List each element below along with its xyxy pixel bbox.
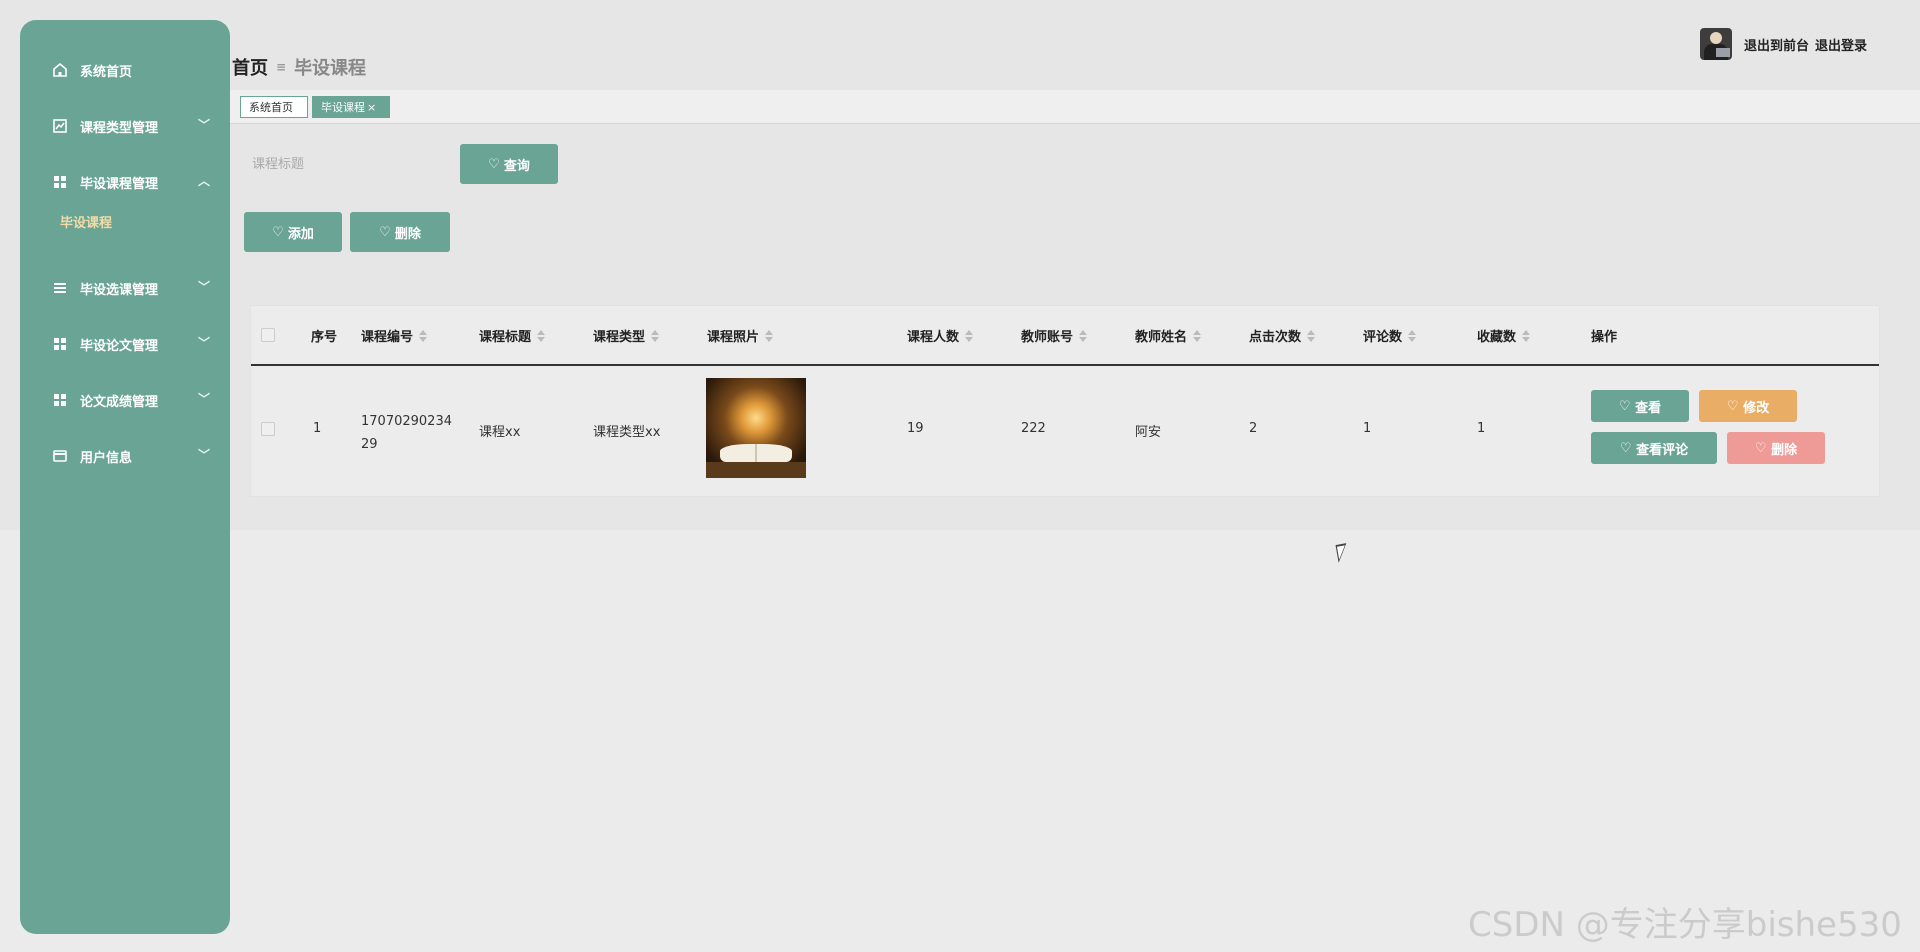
row-checkbox[interactable] [261, 422, 275, 436]
column-header[interactable]: 课程照片 [707, 326, 774, 345]
heart-icon: ♡ [1754, 440, 1772, 456]
column-header[interactable]: 点击次数 [1249, 326, 1316, 345]
column-header[interactable]: 课程标题 [479, 326, 546, 345]
table-header: 序号 课程编号 课程标题 课程类型 课程照片 课程人数 教师账号 教师姓名 点击… [251, 306, 1879, 366]
heart-icon: ♡ [379, 224, 391, 240]
sort-icon[interactable] [419, 329, 428, 342]
column-header: 序号 [311, 330, 338, 345]
sidebar-item-label: 系统首页 [80, 65, 133, 80]
tab-home[interactable]: 系统首页 [240, 96, 308, 118]
watermark: CSDN @专注分享bishe530 [1468, 905, 1902, 945]
tabs-bar: 系统首页 毕设课程 × [230, 90, 1920, 124]
heart-icon: ♡ [1619, 440, 1637, 456]
sort-icon[interactable] [651, 329, 660, 342]
course-table: 序号 课程编号 课程标题 课程类型 课程照片 课程人数 教师账号 教师姓名 点击… [250, 305, 1880, 497]
breadcrumb: 首页 ≡ 毕设课程 [232, 54, 366, 80]
grid-icon [52, 336, 68, 352]
chevron-down-icon: ﹀ [198, 336, 211, 350]
sidebar-item-course-type[interactable]: 课程类型管理 ﹀ [20, 106, 230, 146]
list-icon [52, 280, 68, 296]
window-icon [52, 448, 68, 464]
sidebar-item-label: 用户信息 [80, 451, 133, 466]
breadcrumb-current: 毕设课程 [294, 58, 367, 79]
delete-button-label: 删除 [394, 226, 421, 242]
column-header[interactable]: 评论数 [1363, 326, 1417, 345]
sort-icon[interactable] [965, 329, 974, 342]
sidebar-item-label: 课程类型管理 [80, 121, 159, 136]
breadcrumb-home[interactable]: 首页 [232, 54, 268, 80]
heart-icon: ♡ [272, 224, 284, 240]
sidebar-subitem-course[interactable]: 毕设课程 [60, 212, 112, 231]
search-input[interactable] [242, 144, 452, 184]
sidebar-item-grades[interactable]: 论文成绩管理 ﹀ [20, 380, 230, 420]
column-header[interactable]: 教师账号 [1021, 326, 1088, 345]
header-user-area: 退出到前台 退出登录 [1700, 28, 1873, 60]
sidebar-item-users[interactable]: 用户信息 ﹀ [20, 436, 230, 476]
sidebar-item-course-manage[interactable]: 毕设课程管理 ︿ [20, 162, 230, 202]
column-header[interactable]: 教师姓名 [1135, 326, 1202, 345]
cell-teacher-name: 阿安 [1135, 425, 1162, 440]
column-header: 操作 [1591, 330, 1618, 345]
delete-button[interactable]: ♡ 删除 [350, 212, 450, 252]
cell-clicks: 2 [1249, 421, 1258, 436]
cell-index: 1 [313, 421, 322, 436]
grid-icon [52, 392, 68, 408]
sidebar-item-label: 论文成绩管理 [80, 395, 159, 410]
home-icon [52, 62, 68, 78]
add-button-label: 添加 [287, 226, 314, 242]
chevron-down-icon: ﹀ [198, 448, 211, 462]
heart-icon: ♡ [1726, 398, 1744, 414]
tab-label: 系统首页 [249, 101, 293, 114]
close-icon[interactable]: × [367, 101, 376, 114]
cell-teacher-account: 222 [1021, 421, 1046, 436]
column-header[interactable]: 课程编号 [361, 326, 428, 345]
sidebar-item-label: 毕设论文管理 [80, 339, 159, 354]
sort-icon[interactable] [1307, 329, 1316, 342]
column-header[interactable]: 课程类型 [593, 326, 660, 345]
chevron-down-icon: ﹀ [198, 118, 211, 132]
breadcrumb-separator: ≡ [276, 60, 287, 74]
tab-label: 毕设课程 [321, 101, 365, 114]
sidebar-item-label: 毕设课程管理 [80, 177, 159, 192]
view-button[interactable]: ♡ 查看 [1591, 390, 1689, 422]
course-photo [706, 378, 806, 478]
sort-icon[interactable] [1408, 329, 1417, 342]
sort-icon[interactable] [1193, 329, 1202, 342]
sidebar: 系统首页 课程类型管理 ﹀ 毕设课程管理 ︿ 毕设课程 毕设选课管理 ﹀ 毕设论… [20, 20, 230, 934]
sort-icon[interactable] [1079, 329, 1088, 342]
select-all-checkbox[interactable] [261, 328, 275, 342]
column-header[interactable]: 课程人数 [907, 326, 974, 345]
sort-icon[interactable] [1522, 329, 1531, 342]
chevron-down-icon: ﹀ [198, 392, 211, 406]
grid-icon [52, 174, 68, 190]
cell-comments: 1 [1363, 421, 1372, 436]
cell-favorites: 1 [1477, 421, 1486, 436]
sidebar-item-course-select[interactable]: 毕设选课管理 ﹀ [20, 268, 230, 308]
exit-to-frontend-link[interactable]: 退出到前台 [1744, 35, 1809, 54]
cell-students: 19 [907, 421, 924, 436]
sidebar-item-home[interactable]: 系统首页 [20, 50, 230, 90]
cell-type: 课程类型xx [593, 425, 661, 440]
cell-course-no: 17070290234 29 [361, 414, 452, 452]
view-comments-button[interactable]: ♡ 查看评论 [1591, 432, 1717, 464]
tab-course[interactable]: 毕设课程 × [312, 96, 390, 118]
chevron-up-icon: ︿ [198, 174, 211, 188]
chevron-down-icon: ﹀ [198, 280, 211, 294]
query-button-label: 查询 [503, 158, 530, 174]
heart-icon: ♡ [488, 156, 500, 172]
query-button[interactable]: ♡ 查询 [460, 144, 558, 184]
row-delete-button[interactable]: ♡ 删除 [1727, 432, 1825, 464]
sort-icon[interactable] [765, 329, 774, 342]
sidebar-item-thesis[interactable]: 毕设论文管理 ﹀ [20, 324, 230, 364]
sidebar-item-label: 毕设选课管理 [80, 283, 159, 298]
heart-icon: ♡ [1618, 398, 1636, 414]
edit-button[interactable]: ♡ 修改 [1699, 390, 1797, 422]
logout-link[interactable]: 退出登录 [1815, 35, 1867, 54]
avatar[interactable] [1700, 28, 1732, 60]
sort-icon[interactable] [537, 329, 546, 342]
cell-title: 课程xx [479, 425, 521, 440]
add-button[interactable]: ♡ 添加 [244, 212, 342, 252]
column-header[interactable]: 收藏数 [1477, 326, 1531, 345]
chart-icon [52, 118, 68, 134]
